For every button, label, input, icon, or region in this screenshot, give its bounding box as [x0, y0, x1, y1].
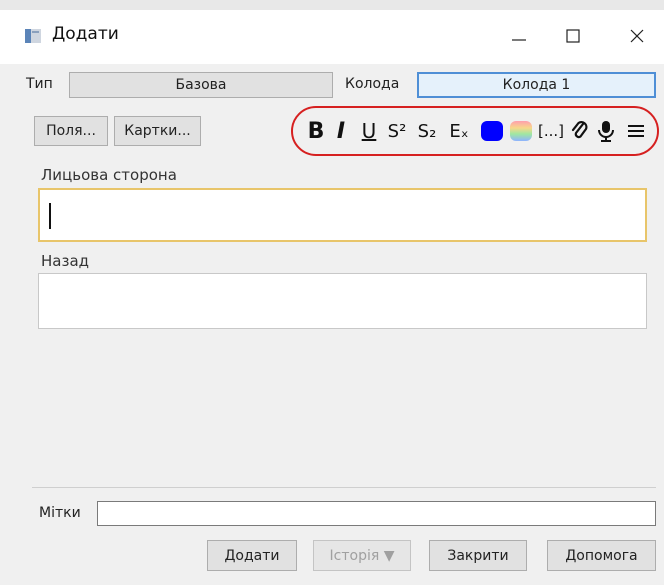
back-field-label: Назад	[41, 252, 90, 270]
deck-selector[interactable]: Колода 1	[417, 72, 656, 98]
close-button[interactable]: Закрити	[429, 540, 527, 571]
bold-button[interactable]: B	[305, 116, 327, 146]
history-button[interactable]: Історія ▼	[313, 540, 411, 571]
clear-format-button[interactable]: Eₓ	[446, 116, 472, 146]
deck-label: Колода	[345, 76, 400, 92]
subscript-button[interactable]: S₂	[414, 116, 440, 146]
back-field-input[interactable]	[38, 273, 647, 329]
menu-icon[interactable]	[624, 116, 648, 146]
tags-input[interactable]	[97, 501, 656, 526]
front-field-label: Лицьова сторона	[41, 166, 177, 184]
add-note-dialog: Додати Тип Базова Колода Колода 1 Поля..…	[0, 0, 664, 585]
cards-button[interactable]: Картки...	[114, 116, 201, 146]
minimize-button[interactable]	[496, 16, 542, 56]
italic-button[interactable]: I	[331, 116, 351, 146]
title-bar: Додати	[0, 0, 664, 64]
fields-button[interactable]: Поля...	[34, 116, 108, 146]
add-button[interactable]: Додати	[207, 540, 297, 571]
close-window-button[interactable]	[614, 16, 660, 56]
text-caret	[49, 203, 51, 229]
cloze-button[interactable]: [...]	[538, 116, 564, 146]
app-icon	[25, 28, 41, 43]
note-type-label: Тип	[26, 76, 53, 92]
background-strip	[0, 0, 664, 10]
window-title: Додати	[52, 24, 119, 44]
front-field-input[interactable]	[38, 188, 647, 242]
attach-icon[interactable]	[568, 116, 592, 146]
divider	[32, 487, 656, 488]
maximize-button[interactable]	[550, 16, 596, 56]
superscript-button[interactable]: S²	[384, 116, 410, 146]
help-button[interactable]: Допомога	[547, 540, 656, 571]
tags-label: Мітки	[39, 505, 81, 521]
color-picker-button[interactable]	[508, 116, 534, 146]
text-color-button[interactable]	[479, 116, 505, 146]
microphone-icon[interactable]	[595, 116, 617, 146]
note-type-selector[interactable]: Базова	[69, 72, 333, 98]
underline-button[interactable]: U	[358, 116, 380, 146]
